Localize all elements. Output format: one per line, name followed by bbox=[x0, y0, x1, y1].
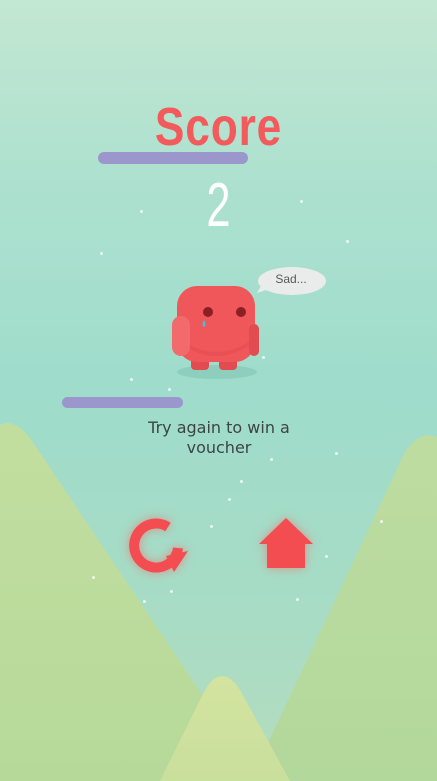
decorative-bar bbox=[62, 397, 183, 408]
sad-mascot bbox=[172, 286, 259, 379]
sparkle bbox=[210, 525, 213, 528]
sparkle bbox=[228, 498, 231, 501]
sparkle bbox=[170, 590, 173, 593]
sparkle bbox=[380, 520, 383, 523]
home-icon bbox=[259, 518, 313, 568]
home-button[interactable] bbox=[256, 514, 316, 574]
sparkle bbox=[92, 576, 95, 579]
retry-button[interactable] bbox=[126, 514, 192, 576]
speech-bubble-text: Sad... bbox=[275, 272, 307, 286]
game-over-screen: Score 2 Sad... Try again to win a vouche… bbox=[0, 0, 437, 781]
sparkle bbox=[130, 378, 133, 381]
sparkle bbox=[143, 600, 146, 603]
sparkle bbox=[240, 480, 243, 483]
sparkle bbox=[325, 555, 328, 558]
score-title: Score bbox=[154, 97, 283, 157]
circular-arrow-icon bbox=[129, 518, 188, 573]
score-value: 2 bbox=[206, 171, 231, 240]
sparkle bbox=[168, 388, 171, 391]
sparkle bbox=[100, 252, 103, 255]
retry-message: Try again to win a voucher bbox=[148, 418, 290, 457]
decorative-bar bbox=[98, 152, 248, 164]
sparkle bbox=[335, 452, 338, 455]
sparkle bbox=[270, 458, 273, 461]
sparkle bbox=[296, 598, 299, 601]
